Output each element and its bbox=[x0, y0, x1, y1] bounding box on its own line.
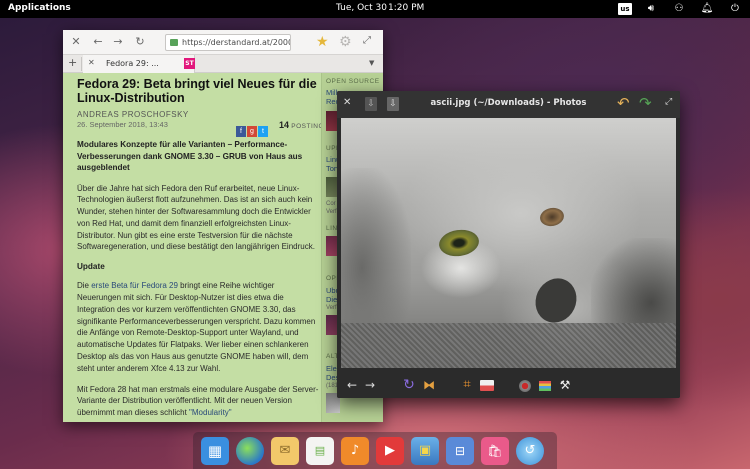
rotate-icon[interactable]: ↻ bbox=[401, 377, 417, 393]
top-panel: Applications Tue, Oct 30 1:20 PM us 🔊︎ ⚇… bbox=[0, 0, 750, 18]
keyboard-layout-indicator[interactable]: us bbox=[618, 3, 632, 15]
power-icon[interactable]: ⏻ bbox=[728, 2, 742, 16]
site-favicon-icon: ST bbox=[184, 58, 195, 69]
sidebar-meta: Verf bbox=[326, 209, 337, 215]
red-eye-icon[interactable] bbox=[517, 377, 533, 393]
photo-cat-eye bbox=[437, 227, 481, 259]
photo-cat-mouth bbox=[528, 271, 584, 330]
forward-icon[interactable]: → bbox=[111, 35, 125, 49]
volume-icon[interactable]: 🔊︎ bbox=[644, 2, 658, 16]
url-bar[interactable]: https://derstandard.at/200008 ☆ bbox=[165, 34, 291, 51]
applications-menu[interactable]: Applications bbox=[8, 3, 71, 13]
browser-headerbar: ✕ ← → ↻ https://derstandard.at/200008 ☆ … bbox=[63, 30, 383, 55]
system-updater-icon[interactable]: ↺ bbox=[516, 437, 544, 465]
postings-count: 14 bbox=[279, 120, 290, 130]
modularity-link[interactable]: "Modularity" bbox=[189, 408, 232, 417]
sidebar-link[interactable]: Mill bbox=[326, 88, 337, 97]
tab-bar: + ✕ Fedora 29: ... ST ▼ bbox=[63, 55, 383, 73]
article-author[interactable]: ANDREAS PROSCHOFSKY bbox=[77, 110, 319, 119]
undo-icon[interactable]: ↶ bbox=[617, 94, 630, 112]
next-photo-icon[interactable]: → bbox=[363, 377, 377, 393]
previous-photo-icon[interactable]: ← bbox=[345, 377, 359, 393]
close-icon[interactable]: ✕ bbox=[69, 35, 83, 49]
facebook-icon[interactable]: f bbox=[236, 126, 246, 137]
reload-icon[interactable]: ↻ bbox=[133, 35, 147, 49]
back-icon[interactable]: ← bbox=[91, 35, 105, 49]
article-paragraph-3: Mit Fedora 28 hat man erstmals eine modu… bbox=[77, 384, 319, 419]
appcenter-icon[interactable]: 🛍︎ bbox=[481, 437, 509, 465]
adjust-icon[interactable] bbox=[537, 377, 553, 393]
notifications-icon[interactable]: 🔔︎ bbox=[700, 2, 714, 16]
url-text: https://derstandard.at/200008 bbox=[182, 38, 290, 47]
videos-icon[interactable]: ▶ bbox=[376, 437, 404, 465]
photo-cat-eye bbox=[538, 206, 566, 228]
photos-toolbar: ← → ↻ ⧓ ⌗ ⚒ bbox=[337, 371, 680, 398]
network-icon[interactable]: ⚇ bbox=[672, 2, 686, 16]
panel-date[interactable]: Tue, Oct 30 bbox=[336, 3, 387, 13]
paragraph-text: bringt eine Reihe wichtiger Neuerungen m… bbox=[77, 281, 316, 373]
photo-viewer[interactable] bbox=[341, 118, 676, 368]
tab-title: Fedora 29: ... bbox=[106, 59, 159, 68]
article-headline: Fedora 29: Beta bringt viel Neues für di… bbox=[77, 77, 317, 105]
article: Fedora 29: Beta bringt viel Neues für di… bbox=[77, 77, 328, 419]
social-share-buttons: fgt bbox=[236, 120, 280, 137]
redo-icon[interactable]: ↷ bbox=[639, 94, 652, 112]
maximize-icon[interactable]: ⤢ bbox=[363, 35, 371, 46]
fedora-beta-link[interactable]: erste Beta für Fedora 29 bbox=[91, 281, 178, 290]
paragraph-text: Die bbox=[77, 281, 92, 291]
flip-icon[interactable]: ⧓ bbox=[421, 377, 437, 393]
photos-headerbar: ✕ ⇩ ⇩ ascii.jpg (~/Downloads) - Photos ↶… bbox=[337, 91, 680, 118]
web-content: Fedora 29: Beta bringt viel Neues für di… bbox=[63, 73, 383, 422]
article-paragraph-2: Die erste Beta für Fedora 29 bringt eine… bbox=[77, 280, 319, 374]
mail-icon[interactable]: ✉ bbox=[271, 437, 299, 465]
close-tab-icon[interactable]: ✕ bbox=[88, 58, 95, 67]
sidebar-link[interactable]: Die bbox=[326, 295, 337, 304]
article-lead: Modulares Konzepte für alle Varianten – … bbox=[77, 140, 303, 172]
photos-icon[interactable]: ▣ bbox=[411, 437, 439, 465]
sidebar-meta: Verf bbox=[326, 305, 337, 311]
straighten-icon[interactable] bbox=[479, 377, 495, 393]
crop-icon[interactable]: ⌗ bbox=[459, 377, 475, 393]
switchboard-settings-icon[interactable]: ⊟ bbox=[446, 437, 474, 465]
settings-gear-icon[interactable]: ⚙ bbox=[339, 33, 352, 51]
photo-carpet bbox=[341, 323, 676, 368]
tab-divider bbox=[81, 57, 82, 71]
article-paragraph-1: Über die Jahre hat sich Fedora den Ruf e… bbox=[77, 183, 315, 252]
secure-lock-icon bbox=[170, 39, 178, 46]
new-tab-icon[interactable]: + bbox=[68, 56, 77, 69]
panel-time[interactable]: 1:20 PM bbox=[388, 3, 424, 13]
tab-fedora-article[interactable]: ✕ Fedora 29: ... bbox=[83, 55, 195, 73]
sidebar-meta: Cor bbox=[326, 201, 336, 207]
music-icon[interactable]: ♪ bbox=[341, 437, 369, 465]
calendar-icon[interactable]: ▤ bbox=[306, 437, 334, 465]
enhance-wand-icon[interactable]: ⚒ bbox=[557, 377, 573, 393]
tab-list-chevron-down-icon[interactable]: ▼ bbox=[369, 59, 374, 67]
google-plus-icon[interactable]: g bbox=[247, 126, 257, 137]
multitasking-view-icon[interactable]: ▦ bbox=[201, 437, 229, 465]
bookmarks-icon[interactable]: ★ bbox=[316, 33, 329, 51]
dock: ▦ ✉ ▤ ♪ ▶ ▣ ⊟ 🛍︎ ↺ bbox=[193, 432, 557, 469]
web-browser-icon[interactable] bbox=[236, 437, 264, 465]
maximize-icon[interactable]: ⤢ bbox=[665, 97, 672, 107]
sidebar-section-heading: OPEN SOURCE bbox=[326, 78, 380, 85]
browser-window: ✕ ← → ↻ https://derstandard.at/200008 ☆ … bbox=[63, 30, 383, 422]
photos-window: ✕ ⇩ ⇩ ascii.jpg (~/Downloads) - Photos ↶… bbox=[337, 91, 680, 398]
article-subheading: Update bbox=[77, 262, 105, 272]
twitter-icon[interactable]: t bbox=[258, 126, 268, 137]
